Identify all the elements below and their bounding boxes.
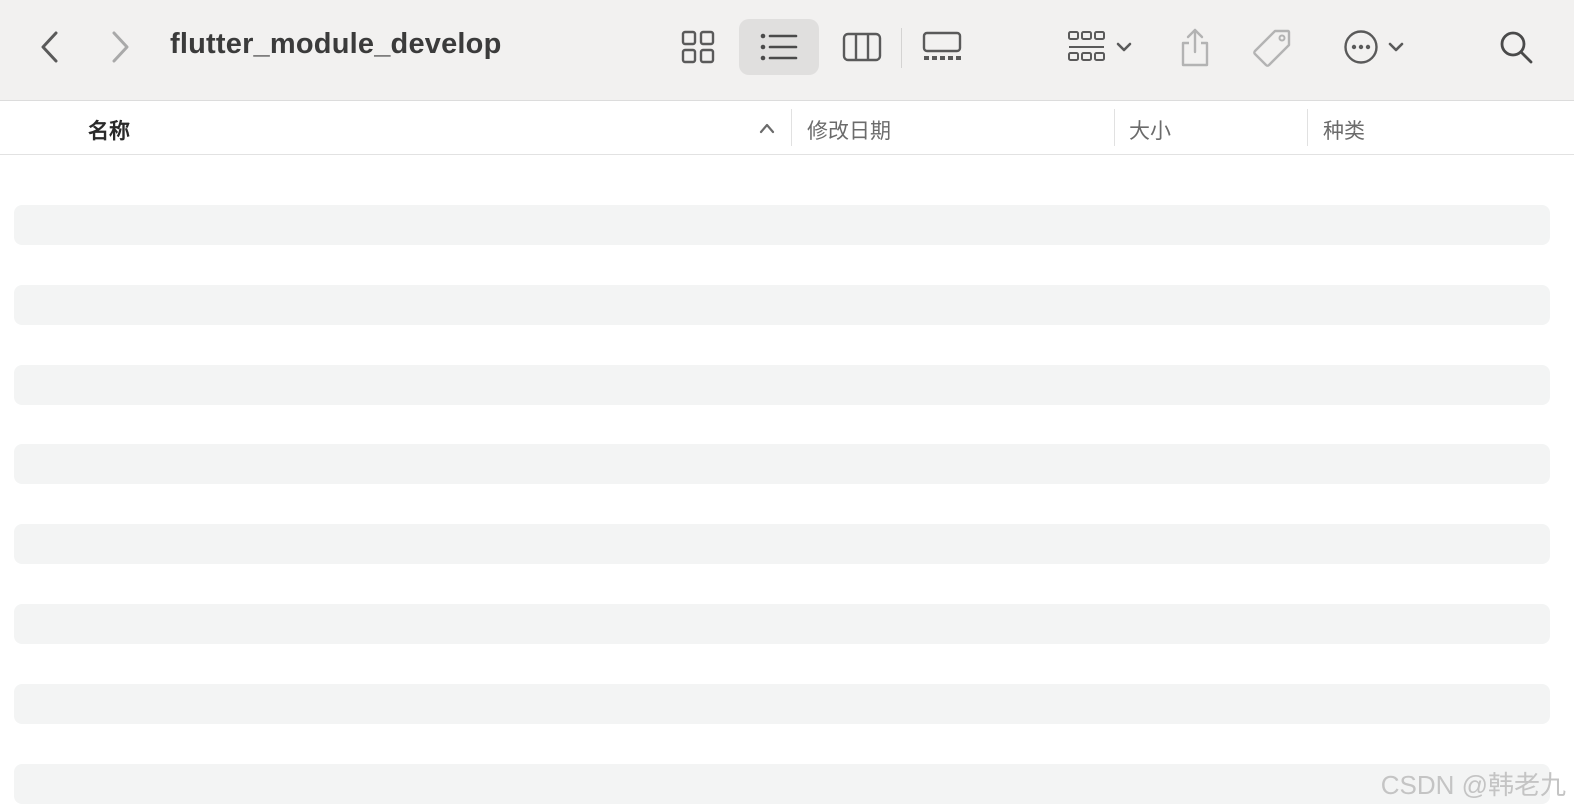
tag-icon xyxy=(1253,29,1291,67)
column-separator[interactable] xyxy=(1114,109,1115,146)
chevron-up-icon[interactable] xyxy=(758,122,776,134)
ellipsis-circle-icon xyxy=(1344,30,1378,64)
column-view-icon xyxy=(842,32,882,62)
watermark: CSDN @韩老九 xyxy=(1380,770,1566,800)
empty-row-stripe xyxy=(14,365,1550,405)
share-icon xyxy=(1181,28,1209,67)
share-button[interactable] xyxy=(1170,20,1220,74)
group-button[interactable] xyxy=(1060,20,1140,74)
chevron-down-icon xyxy=(1116,42,1132,52)
tag-button[interactable] xyxy=(1248,20,1298,74)
more-actions-button[interactable] xyxy=(1334,20,1414,74)
chevron-right-icon xyxy=(112,31,129,63)
finder-window: flutter_module_develop 名称 修改日期 大小 种类 CSD… xyxy=(0,0,1574,812)
window-title: flutter_module_develop xyxy=(170,28,502,60)
search-icon xyxy=(1500,31,1533,64)
column-modified-header[interactable]: 修改日期 xyxy=(807,115,891,145)
column-separator[interactable] xyxy=(791,109,792,146)
group-grid-icon xyxy=(1068,31,1105,61)
empty-row-stripe xyxy=(14,604,1550,644)
toolbar-divider xyxy=(901,28,902,68)
back-button[interactable] xyxy=(30,26,70,68)
search-button[interactable] xyxy=(1492,20,1540,74)
column-header: 名称 修改日期 大小 种类 xyxy=(0,101,1574,155)
list-view-button[interactable] xyxy=(739,19,819,75)
empty-row-stripe xyxy=(14,444,1550,484)
toolbar: flutter_module_develop xyxy=(0,0,1574,101)
column-kind-header[interactable]: 种类 xyxy=(1323,115,1365,145)
empty-row-stripe xyxy=(14,764,1550,804)
column-separator[interactable] xyxy=(1307,109,1308,146)
empty-row-stripe xyxy=(14,524,1550,564)
chevron-left-icon xyxy=(41,31,58,63)
icon-view-button[interactable] xyxy=(670,20,726,74)
chevron-down-icon xyxy=(1388,42,1404,52)
forward-button[interactable] xyxy=(100,26,140,68)
column-size-header[interactable]: 大小 xyxy=(1129,115,1171,145)
gallery-view-icon xyxy=(922,31,962,60)
empty-row-stripe xyxy=(14,205,1550,245)
column-name-header[interactable]: 名称 xyxy=(88,115,130,145)
empty-row-stripe xyxy=(14,684,1550,724)
list-view-icon xyxy=(760,33,798,61)
column-view-button[interactable] xyxy=(834,20,890,74)
empty-row-stripe xyxy=(14,285,1550,325)
gallery-view-button[interactable] xyxy=(914,20,970,74)
icon-view-icon xyxy=(681,30,715,64)
